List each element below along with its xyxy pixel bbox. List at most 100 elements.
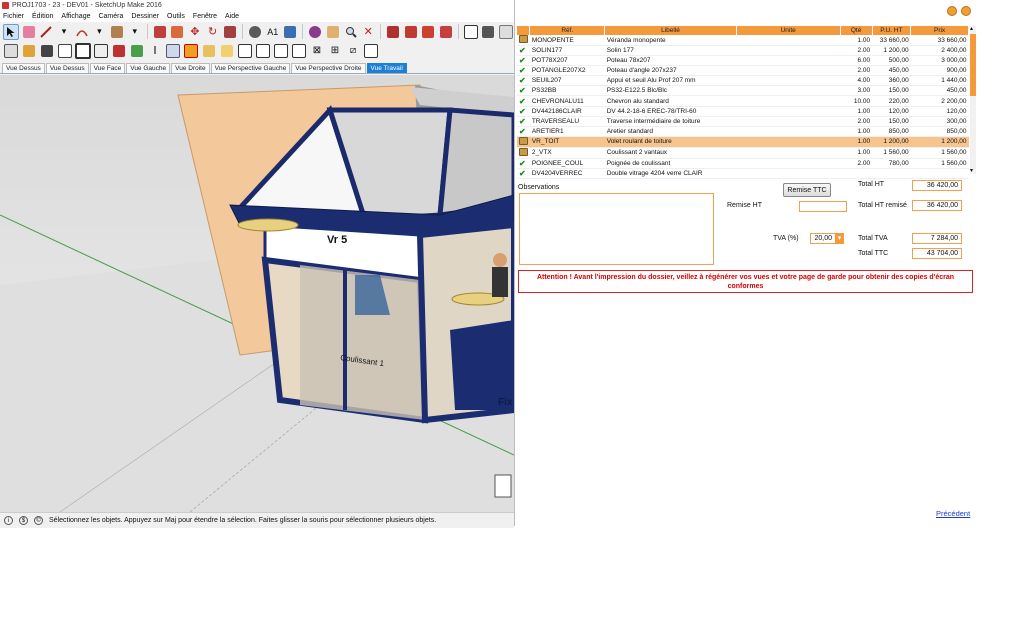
tva-field[interactable]: 20,00 xyxy=(810,233,836,244)
table-row[interactable]: ✔ POIGNEE_COUL Poignée de coulissant 2.00 78… xyxy=(517,158,969,169)
plugin-grid-icon[interactable]: ⊞ xyxy=(327,43,343,59)
menu-outils[interactable]: Outils xyxy=(167,13,185,20)
remise-ttc-button[interactable]: Remise TTC xyxy=(783,183,831,197)
table-row[interactable]: ✔ TRAVERSEALU Traverse intermédiaire de to… xyxy=(517,116,969,127)
remise-ht-field[interactable] xyxy=(799,201,847,212)
close-icon[interactable] xyxy=(961,6,971,16)
plugin-cross-icon[interactable]: ⊠ xyxy=(309,43,325,59)
scale-tool-icon[interactable] xyxy=(222,24,238,40)
menu-edition[interactable]: Édition xyxy=(32,13,53,20)
credits-icon[interactable]: © xyxy=(34,516,43,525)
table-row[interactable]: MONOPENTE Véranda monopente 1.00 33 660,00 3… xyxy=(517,35,969,46)
col-header-libelle[interactable]: Libellé xyxy=(604,26,737,35)
precedent-link[interactable]: Précédent xyxy=(936,509,970,518)
menu-camera[interactable]: Caméra xyxy=(98,13,123,20)
scrollbar-thumb[interactable] xyxy=(970,34,976,96)
pan-tool-icon[interactable] xyxy=(325,24,341,40)
menu-aide[interactable]: Aide xyxy=(225,13,239,20)
scene-tab-vue-perspective-droite[interactable]: Vue Perspective Droite xyxy=(291,63,366,73)
table-row[interactable]: ✔ SEUIL207 Appui et seuil Alu Prof 207 mm 4… xyxy=(517,75,969,87)
orbit-tool-icon[interactable] xyxy=(307,24,323,40)
plugin-diagonal-icon[interactable]: ⧄ xyxy=(345,43,361,59)
table-row[interactable]: ✔ CHEVRONALU11 Chevron alu standard 10.00 22… xyxy=(517,95,969,107)
col-header-unite[interactable]: Unite xyxy=(736,26,841,35)
dropdown-chevron-icon[interactable]: ▾ xyxy=(92,24,108,40)
plugin-facade-icon[interactable] xyxy=(75,42,91,59)
table-row[interactable]: VR_TOIT Volet roulant de toiture 1.00 1 200… xyxy=(517,136,969,148)
plugin-sliding-icon[interactable] xyxy=(273,43,289,59)
menu-affichage[interactable]: Affichage xyxy=(61,13,90,20)
scene-tab-vue-perspective-gauche[interactable]: Vue Perspective Gauche xyxy=(210,63,291,73)
zoom-tool-icon[interactable] xyxy=(343,24,359,40)
shape-tool-icon[interactable] xyxy=(109,24,125,40)
plugin-color-icon[interactable] xyxy=(183,43,199,59)
plugin-decor-icon[interactable] xyxy=(201,43,217,59)
view-tool-icon[interactable] xyxy=(498,24,514,40)
plugin-panel-icon[interactable] xyxy=(219,43,235,59)
plugin-gutter-icon[interactable] xyxy=(93,43,109,59)
plugin-door-icon[interactable] xyxy=(255,43,271,59)
dropdown-chevron-icon[interactable]: ▾ xyxy=(56,24,72,40)
3d-viewport[interactable]: Vr 5 Coulissant 1 Fix xyxy=(0,75,514,512)
table-row[interactable]: ✔ POTANGLE207X2 Poteau d'angle 207x237 2.00… xyxy=(517,65,969,77)
table-row[interactable]: ✔ PS32BB PS32-E122.5 Blc/Blc 3.00 150,00 450,… xyxy=(517,85,969,97)
observations-textarea[interactable] xyxy=(519,193,714,265)
scene-tab-vue-dessus[interactable]: Vue Dessus xyxy=(2,63,45,73)
zoom-extents-icon[interactable]: ✕ xyxy=(360,24,376,40)
arc-tool-icon[interactable] xyxy=(74,24,90,40)
plugin-roof-icon[interactable] xyxy=(21,43,37,59)
scene-tab-vue-face[interactable]: Vue Face xyxy=(89,63,126,73)
plugin-dimension-icon[interactable] xyxy=(165,43,181,59)
print-icon[interactable] xyxy=(481,24,497,40)
text-tool-icon[interactable]: A1 xyxy=(265,24,281,40)
ruby-extension-icon[interactable] xyxy=(438,24,454,40)
table-row[interactable]: ✔ DV442186CLAIR DV 44.2-18-6 EREC-78/TRI-6… xyxy=(517,106,969,117)
scene-tab-vue-gauche[interactable]: Vue Gauche xyxy=(126,63,171,73)
minimize-icon[interactable] xyxy=(947,6,957,16)
tva-dropdown-icon[interactable]: ▾ xyxy=(835,233,844,244)
scroll-up-icon[interactable]: ▴ xyxy=(970,26,973,32)
plugin-fixed-icon[interactable] xyxy=(291,43,307,59)
select-tool-icon[interactable] xyxy=(3,23,19,40)
plugin-column-icon[interactable] xyxy=(237,43,253,59)
menu-fenetre[interactable]: Fenêtre xyxy=(193,13,217,20)
share-model-icon[interactable] xyxy=(420,24,436,40)
plugin-window-icon[interactable] xyxy=(3,43,19,59)
table-row[interactable]: ✔ POT78X207 Poteau 78x207 6.00 500,00 3 000,0… xyxy=(517,55,969,67)
move-tool-icon[interactable]: ✥ xyxy=(187,24,203,40)
paint-bucket-icon[interactable] xyxy=(283,24,299,40)
follow-me-tool-icon[interactable] xyxy=(169,24,185,40)
plugin-export-icon[interactable] xyxy=(363,43,379,59)
plugin-frame-icon[interactable] xyxy=(57,43,73,59)
menu-dessiner[interactable]: Dessiner xyxy=(131,13,159,20)
line-tool-icon[interactable] xyxy=(38,24,54,40)
geolocation-icon[interactable]: $ xyxy=(19,516,28,525)
col-header-prix[interactable]: Prix xyxy=(910,26,969,35)
menu-fichier[interactable]: Fichier xyxy=(3,13,24,20)
table-row[interactable]: ✔ SOLIN177 Solin 177 2.00 1 200,00 2 400,00 xyxy=(517,45,969,57)
table-row[interactable]: ✔ DV4204VERREC Double vitrage 4204 verre C… xyxy=(517,168,969,180)
col-header-qte[interactable]: Qté xyxy=(840,26,873,35)
rotate-tool-icon[interactable]: ↻ xyxy=(205,24,221,40)
scene-tab-vue-droite[interactable]: Vue Droite xyxy=(171,63,210,73)
push-pull-tool-icon[interactable] xyxy=(152,24,168,40)
layout-tool-icon[interactable] xyxy=(463,24,479,40)
table-row[interactable]: 2_VTX Coulissant 2 vantaux 1.00 1 560,00 1 5… xyxy=(517,147,969,159)
scene-tab-vue-dessus-2[interactable]: Vue Dessus xyxy=(45,63,89,73)
plugin-post-icon[interactable]: Ⅰ xyxy=(147,43,163,59)
dropdown-chevron-icon[interactable]: ▾ xyxy=(127,24,143,40)
eraser-tool-icon[interactable] xyxy=(21,24,37,40)
plugin-car-icon[interactable] xyxy=(111,43,127,59)
plugin-ruler-icon[interactable] xyxy=(39,43,55,59)
tape-measure-icon[interactable] xyxy=(247,24,263,40)
warehouse-icon[interactable] xyxy=(385,24,401,40)
table-row[interactable]: ✔ ARETIER1 Aretier standard 1.00 850,00 850,0… xyxy=(517,126,969,137)
table-scrollbar[interactable]: ▴ ▾ xyxy=(970,26,976,174)
col-header-ref[interactable]: Réf. xyxy=(529,26,606,35)
col-header-pu-ht[interactable]: P.U. HT xyxy=(872,26,912,35)
plugin-landscape-icon[interactable] xyxy=(129,43,145,59)
info-icon[interactable]: i xyxy=(4,516,13,525)
scene-tab-vue-travail[interactable]: Vue Travail xyxy=(366,63,407,73)
scroll-down-icon[interactable]: ▾ xyxy=(970,168,973,174)
extension-warehouse-icon[interactable] xyxy=(403,24,419,40)
